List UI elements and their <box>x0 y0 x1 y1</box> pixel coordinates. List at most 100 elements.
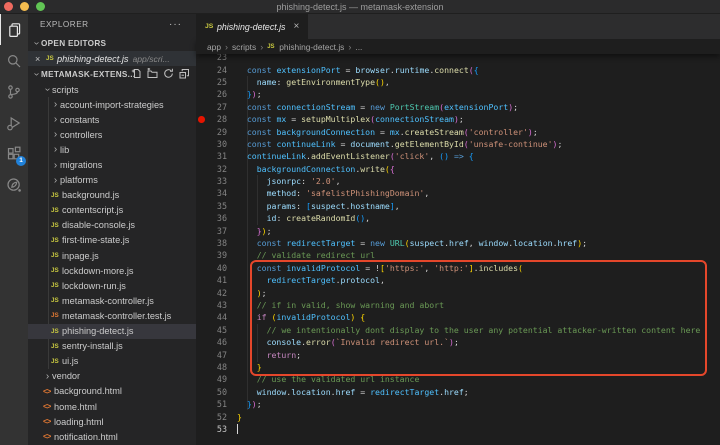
code-line-41[interactable]: 41 redirectTarget.protocol, <box>196 274 720 286</box>
tree-item-inpage.js[interactable]: JSinpage.js <box>28 248 196 263</box>
code-line-48[interactable]: 48 } <box>196 361 720 373</box>
open-editors-header[interactable]: › OPEN EDITORS <box>28 36 196 51</box>
line-number[interactable]: 39 <box>196 249 227 261</box>
line-number[interactable]: 38 <box>196 237 227 249</box>
line-number[interactable]: 31 <box>196 150 227 162</box>
breadcrumb-scripts[interactable]: scripts <box>232 42 256 52</box>
tree-item-constants[interactable]: ›constants <box>28 112 196 127</box>
line-number[interactable]: 50 <box>196 386 227 398</box>
close-icon[interactable]: × <box>35 54 46 64</box>
line-number[interactable]: 32 <box>196 163 227 175</box>
line-number[interactable]: 53 <box>196 423 227 435</box>
code-line-32[interactable]: 32 backgroundConnection.write({ <box>196 163 720 175</box>
tree-item-notification.html[interactable]: <>notification.html <box>28 429 196 444</box>
tree-item-ui.js[interactable]: JSui.js <box>28 354 196 369</box>
code-line-49[interactable]: 49 // use the validated url instance <box>196 373 720 385</box>
window-minimize-icon[interactable] <box>20 2 29 11</box>
code-line-53[interactable]: 53 <box>196 423 720 435</box>
line-number[interactable]: 25 <box>196 76 227 88</box>
code-line-30[interactable]: 30 const continueLink = document.getElem… <box>196 138 720 150</box>
tab-phishing-detect[interactable]: JS phishing-detect.js × <box>196 14 308 39</box>
line-number[interactable]: 35 <box>196 200 227 212</box>
tree-item-loading.html[interactable]: <>loading.html <box>28 414 196 429</box>
breadcrumb-more[interactable]: ... <box>355 42 362 52</box>
more-actions-icon[interactable]: ··· <box>169 14 182 36</box>
code-line-35[interactable]: 35 params: [suspect.hostname], <box>196 200 720 212</box>
search-icon[interactable] <box>0 45 28 76</box>
line-number[interactable]: 51 <box>196 398 227 410</box>
new-file-icon[interactable] <box>131 68 142 79</box>
code-line-39[interactable]: 39 // validate redirect url <box>196 249 720 261</box>
line-number[interactable]: 26 <box>196 88 227 100</box>
code-line-46[interactable]: 46 console.error(`Invalid redirect url.`… <box>196 336 720 348</box>
line-number[interactable]: 48 <box>196 361 227 373</box>
tree-item-scripts[interactable]: ›scripts <box>28 82 196 97</box>
line-number[interactable]: 27 <box>196 101 227 113</box>
code-line-27[interactable]: 27 const connectionStream = new PortStre… <box>196 101 720 113</box>
line-number[interactable]: 44 <box>196 311 227 323</box>
line-number[interactable]: 47 <box>196 349 227 361</box>
source-control-icon[interactable] <box>0 76 28 107</box>
tree-item-metamask-controller.test.js[interactable]: JSmetamask-controller.test.js <box>28 308 196 323</box>
tree-item-platforms[interactable]: ›platforms <box>28 173 196 188</box>
tree-item-controllers[interactable]: ›controllers <box>28 127 196 142</box>
run-and-debug-icon[interactable] <box>0 107 28 138</box>
tree-item-migrations[interactable]: ›migrations <box>28 157 196 172</box>
code-area[interactable]: 2324 const extensionPort = browser.runti… <box>196 51 720 435</box>
code-line-36[interactable]: 36 id: createRandomId(), <box>196 212 720 224</box>
tree-item-vendor[interactable]: ›vendor <box>28 369 196 384</box>
explorer-icon[interactable] <box>0 14 28 45</box>
code-line-24[interactable]: 24 const extensionPort = browser.runtime… <box>196 64 720 76</box>
line-number[interactable]: 45 <box>196 324 227 336</box>
breadcrumb-app[interactable]: app <box>207 42 221 52</box>
code-line-44[interactable]: 44 if (invalidProtocol) { <box>196 311 720 323</box>
collapse-folders-icon[interactable] <box>179 68 190 79</box>
refresh-explorer-icon[interactable] <box>163 68 174 79</box>
tree-item-background.js[interactable]: JSbackground.js <box>28 188 196 203</box>
breakpoint-icon[interactable] <box>198 116 205 123</box>
tree-item-metamask-controller.js[interactable]: JSmetamask-controller.js <box>28 293 196 308</box>
new-folder-icon[interactable] <box>147 68 158 79</box>
tree-item-lib[interactable]: ›lib <box>28 142 196 157</box>
tree-item-lockdown-more.js[interactable]: JSlockdown-more.js <box>28 263 196 278</box>
line-number[interactable]: 34 <box>196 187 227 199</box>
code-line-38[interactable]: 38 const redirectTarget = new URL(suspec… <box>196 237 720 249</box>
line-number[interactable]: 52 <box>196 411 227 423</box>
window-zoom-icon[interactable] <box>36 2 45 11</box>
line-number[interactable]: 49 <box>196 373 227 385</box>
extensions-icon[interactable]: 1 <box>0 138 28 169</box>
code-line-42[interactable]: 42 ); <box>196 287 720 299</box>
tree-item-sentry-install.js[interactable]: JSsentry-install.js <box>28 339 196 354</box>
tree-item-first-time-state.js[interactable]: JSfirst-time-state.js <box>28 233 196 248</box>
line-number[interactable]: 40 <box>196 262 227 274</box>
code-line-26[interactable]: 26 }); <box>196 88 720 100</box>
line-number[interactable]: 33 <box>196 175 227 187</box>
line-number[interactable]: 36 <box>196 212 227 224</box>
code-line-43[interactable]: 43 // if in valid, show warning and abor… <box>196 299 720 311</box>
code-line-45[interactable]: 45 // we intentionally dont display to t… <box>196 324 720 336</box>
breadcrumb-file[interactable]: phishing-detect.js <box>279 42 344 52</box>
window-close-icon[interactable] <box>4 2 13 11</box>
line-number[interactable]: 37 <box>196 225 227 237</box>
line-number[interactable]: 42 <box>196 287 227 299</box>
tree-item-disable-console.js[interactable]: JSdisable-console.js <box>28 218 196 233</box>
open-editor-item[interactable]: × JS phishing-detect.js app/scri... <box>28 51 196 66</box>
code-line-40[interactable]: 40 const invalidProtocol = !['https:', '… <box>196 262 720 274</box>
code-line-31[interactable]: 31 continueLink.addEventListener('click'… <box>196 150 720 162</box>
tree-item-background.html[interactable]: <>background.html <box>28 384 196 399</box>
tree-item-phishing-detect.js[interactable]: JSphishing-detect.js <box>28 324 196 339</box>
code-line-28[interactable]: 28 const mx = setupMultiplex(connectionS… <box>196 113 720 125</box>
line-number[interactable]: 30 <box>196 138 227 150</box>
code-line-51[interactable]: 51 }); <box>196 398 720 410</box>
code-line-47[interactable]: 47 return; <box>196 349 720 361</box>
line-number[interactable]: 24 <box>196 64 227 76</box>
code-line-37[interactable]: 37 }); <box>196 225 720 237</box>
project-section-header[interactable]: › METAMASK-EXTENS... <box>28 66 196 82</box>
tree-item-account-import-strategies[interactable]: ›account-import-strategies <box>28 97 196 112</box>
code-line-33[interactable]: 33 jsonrpc: '2.0', <box>196 175 720 187</box>
tree-item-lockdown-run.js[interactable]: JSlockdown-run.js <box>28 278 196 293</box>
close-icon[interactable]: × <box>293 21 299 32</box>
code-line-34[interactable]: 34 method: 'safelistPhishingDomain', <box>196 187 720 199</box>
code-line-29[interactable]: 29 const backgroundConnection = mx.creat… <box>196 126 720 138</box>
tree-item-home.html[interactable]: <>home.html <box>28 399 196 414</box>
